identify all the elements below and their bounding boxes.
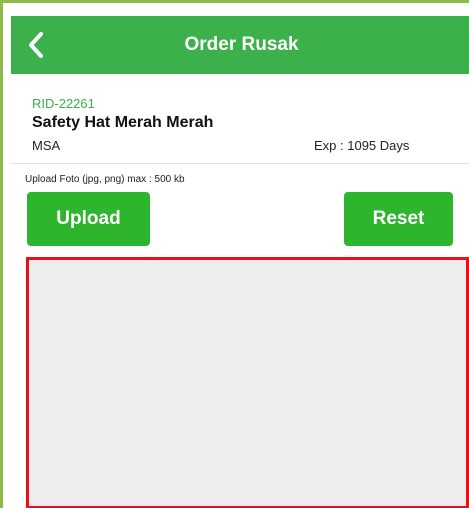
app-header: Order Rusak [11, 16, 469, 74]
app-frame: Order Rusak RID-22261 Safety Hat Merah M… [0, 0, 469, 508]
photo-preview-area[interactable] [26, 257, 469, 508]
reset-button[interactable]: Reset [344, 192, 453, 246]
upload-section: Upload Foto (jpg, png) max : 500 kb Uplo… [11, 165, 469, 508]
page-title: Order Rusak [184, 34, 299, 55]
item-info-card: RID-22261 Safety Hat Merah Merah MSA Exp… [11, 74, 469, 164]
back-button[interactable] [21, 28, 51, 62]
upload-hint: Upload Foto (jpg, png) max : 500 kb [25, 174, 185, 185]
upload-button[interactable]: Upload [27, 192, 150, 246]
item-brand: MSA [32, 138, 61, 153]
chevron-left-icon [29, 32, 43, 58]
item-name: Safety Hat Merah Merah [32, 114, 214, 131]
item-expiry: Exp : 1095 Days [314, 138, 410, 153]
item-id: RID-22261 [32, 96, 95, 111]
